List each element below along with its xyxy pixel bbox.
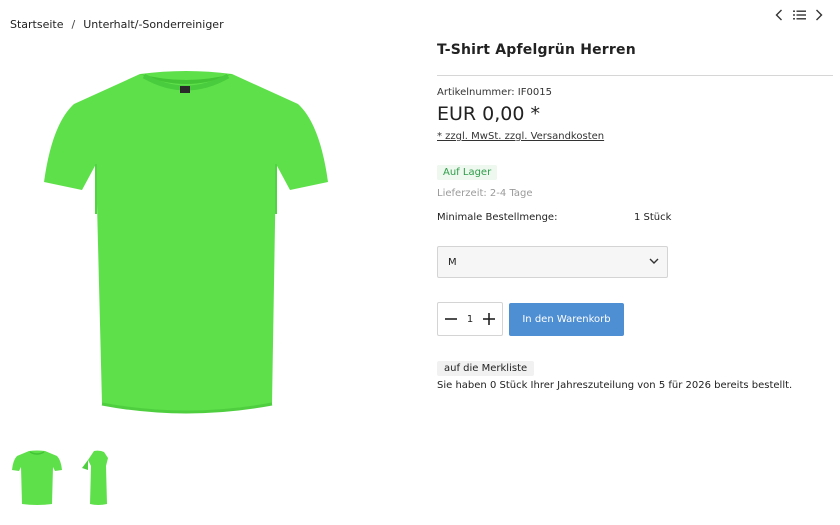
minus-icon[interactable]: [444, 312, 458, 326]
size-select-value: M: [448, 256, 457, 268]
quantity-value[interactable]: 1: [467, 314, 473, 325]
list-icon[interactable]: [792, 8, 806, 22]
product-navigation: [772, 8, 826, 22]
product-price: EUR 0,00 *: [437, 103, 540, 125]
allocation-note: Sie haben 0 Stück Ihrer Jahreszuteilung …: [437, 380, 793, 391]
product-main-image[interactable]: [40, 64, 332, 418]
breadcrumb: Startseite / Unterhalt/-Sonderreiniger: [10, 18, 224, 31]
min-order-label: Minimale Bestellmenge:: [437, 212, 558, 223]
thumbnail-front[interactable]: [12, 448, 62, 506]
breadcrumb-home[interactable]: Startseite: [10, 18, 64, 31]
delivery-time: Lieferzeit: 2-4 Tage: [437, 188, 533, 199]
chevron-right-icon[interactable]: [812, 8, 826, 22]
stock-badge: Auf Lager: [437, 165, 498, 180]
plus-icon[interactable]: [482, 312, 496, 326]
thumbnail-side[interactable]: [78, 448, 128, 506]
title-divider: [437, 75, 833, 76]
breadcrumb-category[interactable]: Unterhalt/-Sonderreiniger: [83, 18, 223, 31]
chevron-down-icon: [649, 257, 659, 268]
chevron-left-icon[interactable]: [772, 8, 786, 22]
add-to-cart-button[interactable]: In den Warenkorb: [509, 303, 624, 336]
size-select[interactable]: M: [437, 246, 668, 278]
sku-label: Artikelnummer: IF0015: [437, 87, 552, 98]
quantity-stepper: 1: [437, 302, 503, 336]
product-title: T-Shirt Apfelgrün Herren: [437, 42, 636, 58]
min-order-value: 1 Stück: [634, 212, 672, 223]
wishlist-button[interactable]: auf die Merkliste: [437, 361, 535, 376]
breadcrumb-separator: /: [71, 18, 76, 31]
tax-shipping-link[interactable]: * zzgl. MwSt. zzgl. Versandkosten: [437, 131, 604, 142]
